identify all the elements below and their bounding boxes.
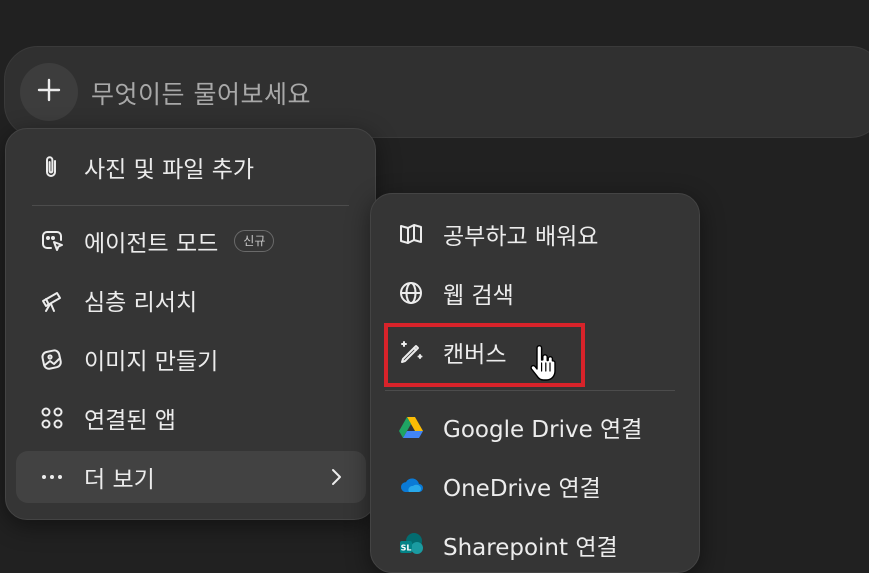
divider [32,205,349,206]
menu-item-label: 공부하고 배워요 [443,224,599,250]
menu-item-connected-apps[interactable]: 연결된 앱 [16,392,366,444]
globe-icon [397,279,425,307]
prompt-bar[interactable]: 무엇이든 물어보세요 [4,46,869,138]
hand-cursor-icon [528,345,556,387]
menu-item-label: 이미지 만들기 [84,349,219,375]
plus-button[interactable] [20,63,78,121]
sharepoint-icon: SL [397,531,425,559]
menu-item-label: 에이전트 모드 [84,231,219,257]
menu-item-deep-research[interactable]: 심층 리서치 [16,274,366,326]
menu-item-label: 사진 및 파일 추가 [84,157,255,183]
menu-item-google-drive[interactable]: Google Drive 연결 [383,401,689,453]
paperclip-icon [38,153,66,181]
menu-item-label: Sharepoint 연결 [443,535,618,561]
menu-item-create-image[interactable]: 이미지 만들기 [16,333,366,385]
book-icon [397,220,425,248]
menu-item-web-search[interactable]: 웹 검색 [383,267,689,319]
divider [385,390,675,391]
google-drive-icon [397,413,425,441]
apps-icon [38,404,66,432]
attach-menu: 사진 및 파일 추가 에이전트 모드 신규 심층 리서치 이미지 만들기 연결된… [5,128,376,520]
menu-item-label: 연결된 앱 [84,408,176,434]
plus-icon [35,76,63,108]
prompt-input[interactable]: 무엇이든 물어보세요 [91,75,311,111]
more-icon [38,463,66,491]
menu-item-study[interactable]: 공부하고 배워요 [383,208,689,260]
menu-item-label: OneDrive 연결 [443,476,601,502]
menu-item-add-files[interactable]: 사진 및 파일 추가 [16,141,366,193]
menu-item-label: 심층 리서치 [84,290,198,316]
menu-item-agent-mode[interactable]: 에이전트 모드 신규 [16,215,366,267]
svg-text:SL: SL [401,544,412,553]
menu-item-more[interactable]: 더 보기 [16,451,366,503]
menu-item-label: 웹 검색 [443,283,514,309]
agent-icon [38,227,66,255]
chevron-right-icon [324,465,348,495]
menu-item-label: Google Drive 연결 [443,417,643,443]
menu-item-label: 더 보기 [84,467,155,493]
menu-item-sharepoint[interactable]: SL Sharepoint 연결 [383,519,689,571]
new-badge: 신규 [234,230,275,252]
menu-item-onedrive[interactable]: OneDrive 연결 [383,460,689,512]
image-icon [38,345,66,373]
onedrive-icon [397,472,425,500]
telescope-icon [38,286,66,314]
